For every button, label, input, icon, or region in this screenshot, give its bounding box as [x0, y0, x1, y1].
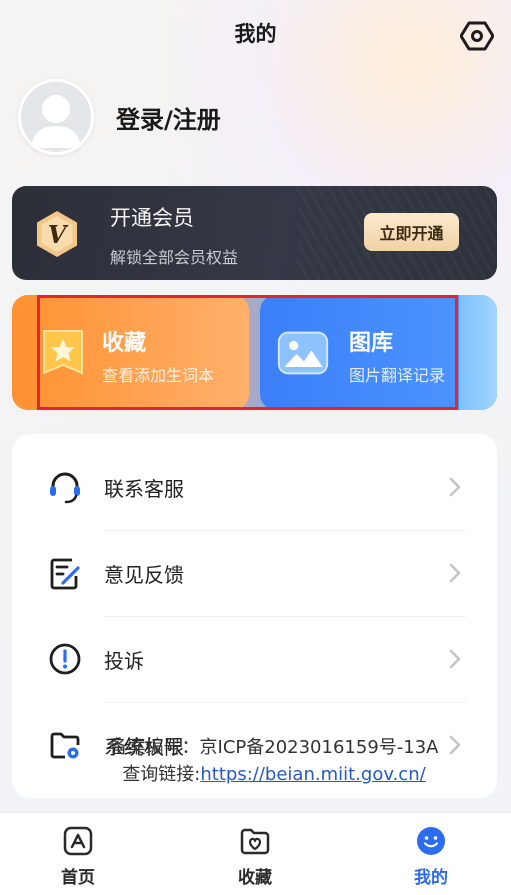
avatar[interactable] — [18, 79, 94, 155]
vip-badge-icon: V — [37, 211, 77, 257]
chevron-right-icon — [449, 649, 461, 669]
menu-item-label: 系统权限 — [104, 734, 184, 759]
login-register-link[interactable]: 登录/注册 — [116, 100, 221, 135]
tab-label: 收藏 — [238, 868, 272, 888]
tab-label: 我的 — [414, 868, 448, 888]
tab-home[interactable]: 首页 — [33, 813, 123, 895]
star-bookmark-icon — [43, 330, 83, 375]
profile-login-area[interactable]: 登录/注册 — [18, 78, 221, 156]
chevron-right-icon — [449, 735, 461, 755]
vip-subtitle: 解锁全部会员权益 — [110, 248, 239, 267]
settings-button[interactable] — [459, 18, 495, 54]
heart-folder-icon — [240, 828, 270, 855]
activate-vip-button[interactable]: 立即开通 — [364, 213, 459, 251]
exclamation-circle-icon — [49, 643, 81, 675]
smile-profile-icon — [417, 827, 445, 855]
favorites-title: 收藏 — [102, 331, 147, 356]
tab-favorites[interactable]: 收藏 — [210, 813, 300, 895]
feedback-edit-icon — [50, 558, 80, 590]
settings-hexagon-icon — [460, 21, 494, 51]
vip-membership-card[interactable]: V 开通会员 解锁全部会员权益 立即开通 — [12, 186, 497, 280]
gallery-subtitle: 图片翻译记录 — [349, 366, 446, 385]
menu-item-label: 意见反馈 — [104, 562, 184, 587]
gallery-card-edge — [459, 295, 497, 410]
settings-menu: 联系客服 意见反馈 投诉 系统权限 — [12, 434, 497, 798]
folder-settings-icon — [50, 732, 80, 759]
bottom-tab-bar: 首页 收藏 我的 — [0, 812, 511, 895]
favorites-card[interactable]: 收藏 查看添加生词本 — [12, 295, 249, 410]
chevron-right-icon — [449, 477, 461, 497]
vip-title: 开通会员 — [110, 206, 194, 230]
menu-item-label: 投诉 — [104, 648, 144, 673]
page-title: 我的 — [234, 22, 277, 46]
chevron-right-icon — [449, 563, 461, 583]
icp-query-link[interactable]: https://beian.miit.gov.cn/ — [200, 764, 425, 785]
menu-item-feedback[interactable]: 意见反馈 — [12, 530, 497, 616]
favorites-subtitle: 查看添加生词本 — [102, 366, 215, 385]
headset-icon — [50, 472, 80, 504]
gallery-title: 图库 — [349, 331, 394, 356]
image-gallery-icon — [277, 331, 329, 375]
tab-label: 首页 — [61, 868, 95, 888]
menu-item-complaint[interactable]: 投诉 — [12, 616, 497, 702]
home-triangle-icon — [63, 826, 93, 856]
menu-item-customer-service[interactable]: 联系客服 — [12, 444, 497, 530]
vip-badge-letter: V — [48, 220, 69, 249]
feature-cards: 收藏 查看添加生词本 图库 图片翻译记录 — [12, 295, 497, 410]
default-avatar-icon — [31, 95, 81, 148]
menu-item-label: 联系客服 — [104, 476, 184, 501]
tab-mine[interactable]: 我的 — [386, 813, 476, 895]
